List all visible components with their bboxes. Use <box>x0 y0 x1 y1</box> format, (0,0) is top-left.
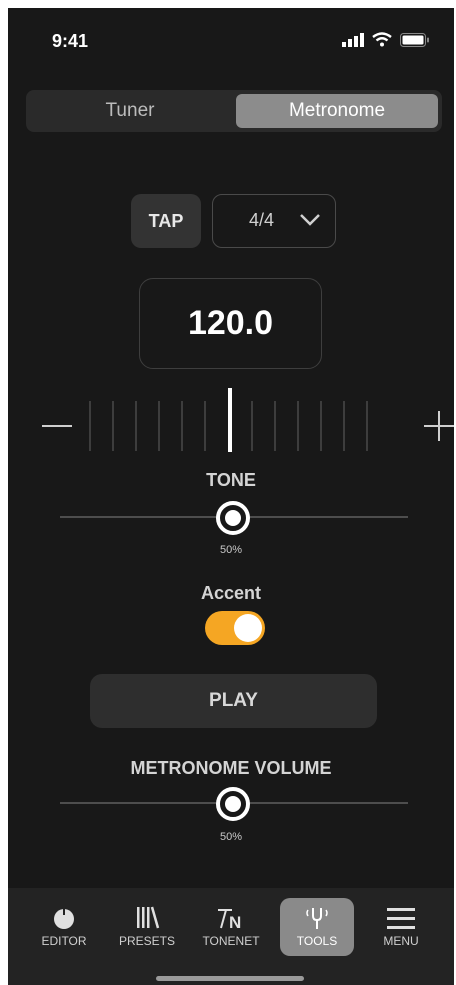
volume-value: 50% <box>219 831 243 843</box>
tab-menu[interactable]: MENU <box>364 898 438 956</box>
status-icons <box>342 32 430 47</box>
wifi-icon <box>372 32 392 47</box>
tab-tonenet-label: TONENET <box>202 934 260 948</box>
ruler-tick <box>274 401 276 451</box>
ruler-tick <box>89 401 91 451</box>
time-signature-value: 4/4 <box>249 210 275 230</box>
accent-label: Accent <box>200 583 262 603</box>
ruler-tick <box>135 401 137 451</box>
ruler-tick <box>112 401 114 451</box>
time-signature-dropdown[interactable]: 4/4 <box>212 194 336 248</box>
accent-toggle[interactable] <box>205 611 265 645</box>
tab-presets[interactable]: PRESETS <box>110 898 184 956</box>
tab-tonenet[interactable]: N TONENET <box>194 898 268 956</box>
ruler-tick <box>320 401 322 451</box>
increase-tempo-button[interactable] <box>424 411 454 441</box>
knob-icon <box>54 906 74 929</box>
tab-menu-label: MENU <box>383 934 419 948</box>
presets-icon <box>137 906 160 929</box>
hamburger-icon <box>387 908 415 929</box>
signal-icon <box>342 32 364 47</box>
home-indicator <box>156 976 304 981</box>
tone-slider-thumb[interactable] <box>216 501 250 535</box>
ruler-tick <box>297 401 299 451</box>
ruler-indicator <box>228 388 232 452</box>
ruler-tick <box>204 401 206 451</box>
tab-tools[interactable]: TOOLS <box>280 898 354 956</box>
mode-switch: Tuner Metronome <box>26 90 442 132</box>
decrease-tempo-button[interactable] <box>42 425 72 427</box>
tempo-display[interactable]: 120.0 <box>139 278 322 369</box>
tap-tempo-button[interactable]: TAP <box>131 194 201 248</box>
ruler-tick <box>366 401 368 451</box>
app-screen: 9:41 Tuner Metronome TAP 4/4 120.0 TONE … <box>8 8 454 985</box>
tonenet-icon: N <box>218 909 241 930</box>
tab-metronome[interactable]: Metronome <box>236 94 438 128</box>
status-bar: 9:41 <box>8 8 454 68</box>
tone-label: TONE <box>206 470 256 490</box>
tab-tools-label: TOOLS <box>296 934 338 948</box>
svg-text:N: N <box>229 913 241 930</box>
ruler-tick <box>343 401 345 451</box>
tab-editor[interactable]: EDITOR <box>27 898 101 956</box>
tab-editor-label: EDITOR <box>41 934 87 948</box>
ruler-tick <box>251 401 253 451</box>
ruler-tick <box>158 401 160 451</box>
tab-presets-label: PRESETS <box>118 934 175 948</box>
play-button[interactable]: PLAY <box>90 674 377 728</box>
ruler-tick <box>181 401 183 451</box>
chevron-down-icon <box>300 214 320 226</box>
volume-slider-thumb[interactable] <box>216 787 250 821</box>
metronome-volume-label: METRONOME VOLUME <box>130 758 332 778</box>
bottom-tab-bar: EDITOR PRESETS N TONENET TOOLS MENU <box>8 888 454 985</box>
tone-value: 50% <box>219 544 243 556</box>
tempo-ruler[interactable] <box>38 388 454 458</box>
tuning-fork-icon <box>306 908 328 929</box>
tab-tuner[interactable]: Tuner <box>30 94 230 128</box>
status-time: 9:41 <box>52 31 89 51</box>
accent-toggle-knob <box>234 614 262 642</box>
battery-icon <box>400 32 429 47</box>
